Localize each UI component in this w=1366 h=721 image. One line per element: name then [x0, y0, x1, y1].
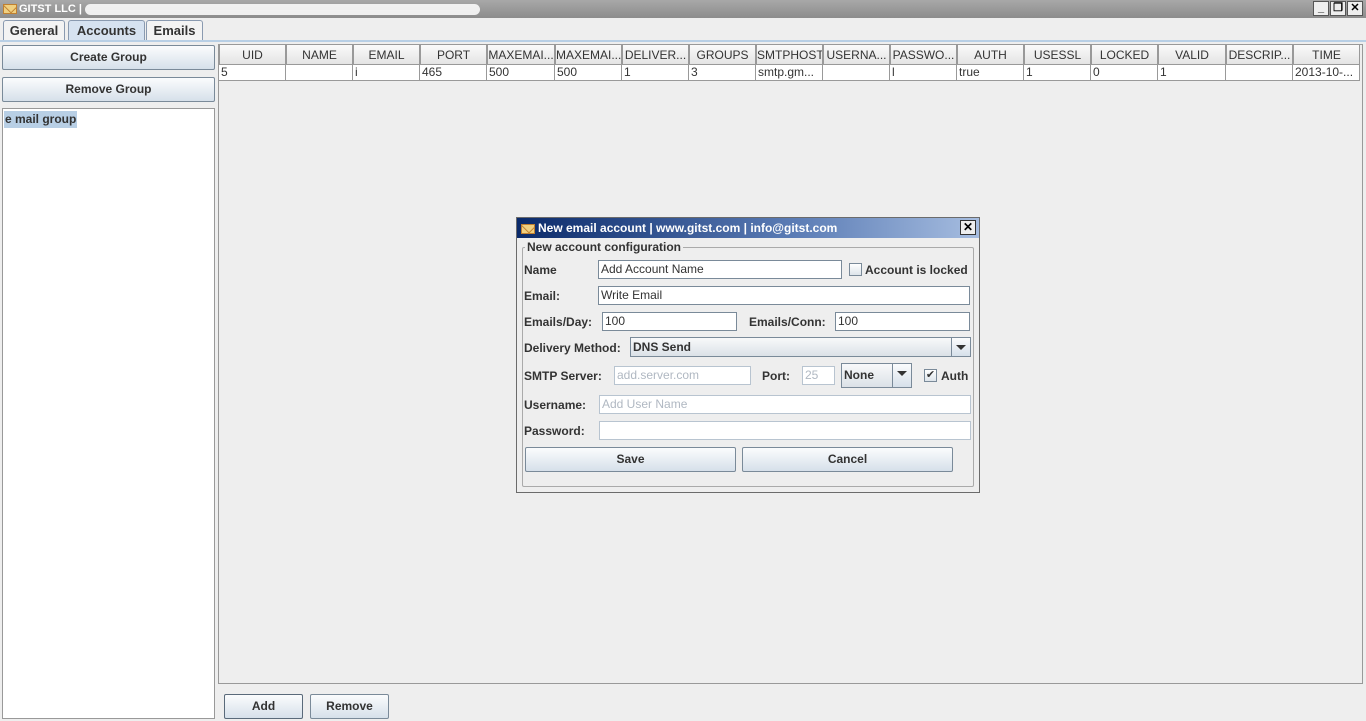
- column-header[interactable]: DELIVER...: [622, 45, 689, 65]
- column-header[interactable]: UID: [219, 45, 286, 65]
- column-header[interactable]: USESSL: [1024, 45, 1091, 65]
- column-header[interactable]: PORT: [420, 45, 487, 65]
- table-cell[interactable]: 5: [219, 65, 286, 81]
- email-label: Email:: [524, 289, 561, 303]
- window-title: GITST LLC |: [19, 3, 82, 15]
- table-cell[interactable]: 500: [555, 65, 622, 81]
- auth-checkbox[interactable]: ✔: [924, 369, 937, 382]
- column-header[interactable]: TIME: [1293, 45, 1360, 65]
- add-button[interactable]: Add: [224, 694, 303, 719]
- column-header[interactable]: DESCRIP...: [1226, 45, 1293, 65]
- dialog-titlebar: New email account | www.gitst.com | info…: [517, 218, 979, 238]
- new-account-dialog: New email account | www.gitst.com | info…: [516, 217, 980, 493]
- column-header[interactable]: VALID: [1158, 45, 1226, 65]
- table-cell[interactable]: 1: [1024, 65, 1091, 81]
- password-label: Password:: [524, 424, 585, 438]
- column-header[interactable]: NAME: [286, 45, 353, 65]
- table-cell[interactable]: i: [353, 65, 420, 81]
- create-group-button[interactable]: Create Group: [2, 45, 215, 70]
- security-value: None: [844, 368, 874, 382]
- column-header[interactable]: SMTPHOST: [756, 45, 823, 65]
- delivery-method-select[interactable]: DNS Send: [630, 337, 971, 357]
- group-list[interactable]: e mail group: [2, 108, 215, 719]
- tab-emails[interactable]: Emails: [146, 20, 203, 41]
- close-button[interactable]: ✕: [1347, 1, 1363, 16]
- minimize-button[interactable]: _: [1313, 1, 1329, 16]
- dialog-title: New email account | www.gitst.com | info…: [538, 221, 838, 235]
- emails-per-day-input[interactable]: 100: [602, 312, 737, 331]
- table-cell[interactable]: 0: [1091, 65, 1158, 81]
- port-input[interactable]: 25: [802, 366, 835, 385]
- name-input[interactable]: Add Account Name: [598, 260, 842, 279]
- emails-per-day-label: Emails/Day:: [524, 315, 593, 329]
- save-button[interactable]: Save: [525, 447, 736, 472]
- emails-per-conn-label: Emails/Conn:: [749, 315, 826, 329]
- table-cell[interactable]: [823, 65, 890, 81]
- column-header[interactable]: LOCKED: [1091, 45, 1158, 65]
- restore-button[interactable]: ❐: [1330, 1, 1346, 16]
- column-header[interactable]: MAXEMAI...: [555, 45, 622, 65]
- table-cell[interactable]: 2013-10-...: [1293, 65, 1360, 81]
- remove-button[interactable]: Remove: [310, 694, 389, 719]
- window-titlebar: GITST LLC | _ ❐ ✕: [0, 0, 1366, 18]
- smtp-server-input[interactable]: add.server.com: [614, 366, 751, 385]
- table-cell[interactable]: 3: [689, 65, 756, 81]
- name-label: Name: [524, 263, 557, 277]
- table-cell[interactable]: l: [890, 65, 957, 81]
- remove-group-button[interactable]: Remove Group: [2, 77, 215, 102]
- chevron-down-icon[interactable]: [951, 338, 970, 356]
- locked-checkbox[interactable]: [849, 263, 862, 276]
- email-input[interactable]: Write Email: [598, 286, 970, 305]
- table-cell[interactable]: smtp.gm...: [756, 65, 823, 81]
- envelope-icon: [521, 224, 535, 234]
- dialog-close-button[interactable]: ✕: [960, 220, 976, 235]
- delivery-method-value: DNS Send: [633, 340, 692, 354]
- table-cell[interactable]: 1: [622, 65, 689, 81]
- emails-per-conn-input[interactable]: 100: [835, 312, 970, 331]
- table-cell[interactable]: true: [957, 65, 1024, 81]
- locked-label: Account is locked: [865, 263, 968, 277]
- column-header[interactable]: MAXEMAI...: [487, 45, 555, 65]
- tab-accounts[interactable]: Accounts: [68, 20, 145, 41]
- cancel-button[interactable]: Cancel: [742, 447, 953, 472]
- column-header[interactable]: GROUPS: [689, 45, 756, 65]
- delivery-method-label: Delivery Method:: [524, 341, 621, 355]
- column-header[interactable]: USERNA...: [823, 45, 890, 65]
- smtp-server-label: SMTP Server:: [524, 369, 602, 383]
- username-label: Username:: [524, 398, 587, 412]
- password-input[interactable]: [599, 421, 971, 440]
- table-cell[interactable]: [286, 65, 353, 81]
- table-cell[interactable]: [1226, 65, 1293, 81]
- chevron-down-icon[interactable]: [892, 364, 911, 387]
- column-header[interactable]: PASSWO...: [890, 45, 957, 65]
- port-label: Port:: [762, 369, 790, 383]
- tab-general[interactable]: General: [3, 20, 65, 41]
- group-title: New account configuration: [525, 240, 684, 254]
- tab-divider: [0, 40, 1366, 42]
- column-header[interactable]: EMAIL: [353, 45, 420, 65]
- username-input[interactable]: Add User Name: [599, 395, 971, 414]
- security-select[interactable]: None: [841, 363, 912, 388]
- table-cell[interactable]: 1: [1158, 65, 1226, 81]
- redacted-title: [85, 4, 480, 15]
- table-cell[interactable]: 465: [420, 65, 487, 81]
- auth-label: Auth: [941, 369, 969, 383]
- group-item[interactable]: e mail group: [4, 111, 78, 128]
- envelope-icon: [3, 4, 17, 14]
- table-cell[interactable]: 500: [487, 65, 555, 81]
- column-header[interactable]: AUTH: [957, 45, 1024, 65]
